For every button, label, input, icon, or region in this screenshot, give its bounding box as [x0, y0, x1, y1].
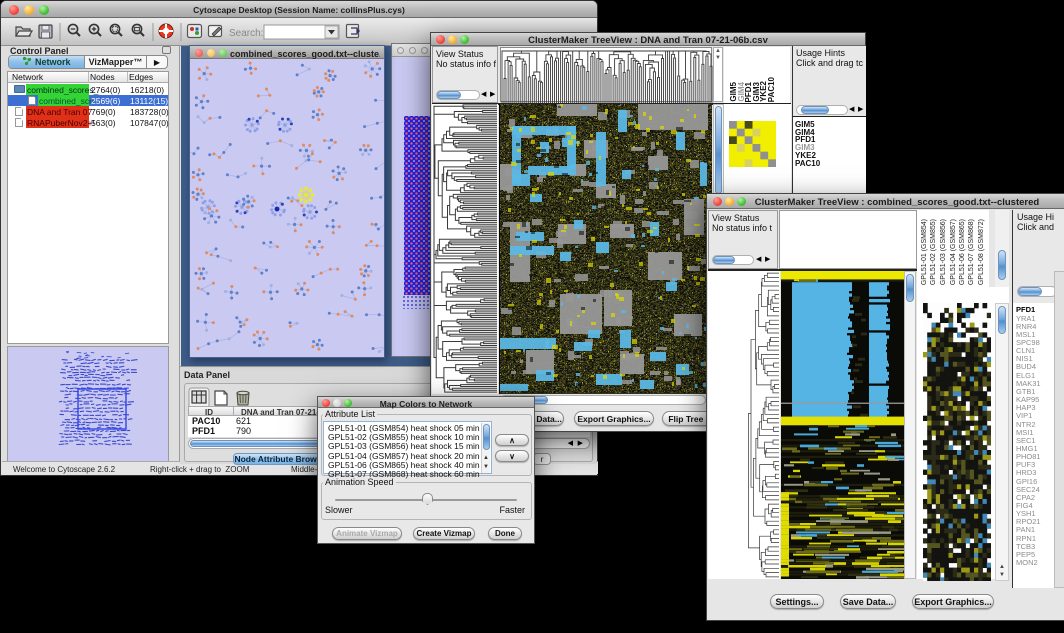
svg-text:Search:: Search:	[229, 28, 263, 39]
